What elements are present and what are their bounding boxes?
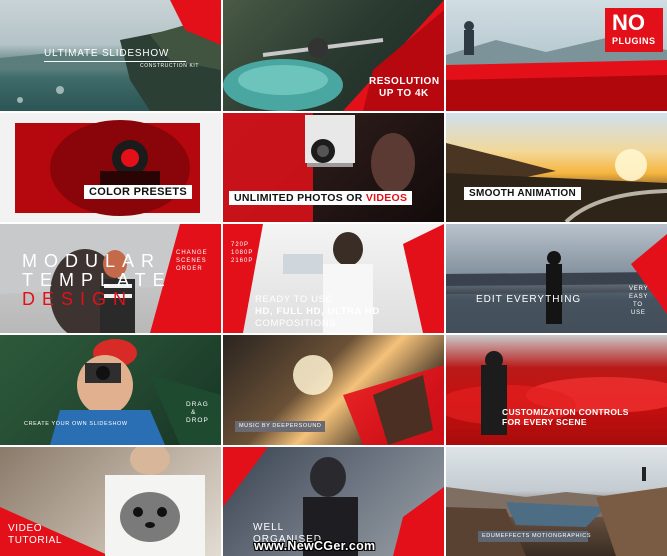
- tile-modular-template: MODULAR TEMPLATE DESIGN CHANGE SCENES OR…: [0, 224, 221, 333]
- unlimited-label-part1: UNLIMITED PHOTOS OR: [234, 192, 366, 204]
- drag-line3: DROP: [186, 417, 209, 424]
- video-tutorial-line2: TUTORIAL: [8, 535, 63, 546]
- modular-side2: SCENES: [176, 258, 207, 264]
- color-presets-label: COLOR PRESETS: [84, 185, 193, 199]
- clouds-man-scene: [446, 351, 667, 435]
- ready-line1: READY TO USE: [255, 294, 333, 305]
- edit-side3: TO: [633, 302, 643, 308]
- tile-ultimate-slideshow: ULTIMATE SLIDESHOW CONSTRUCTION KIT: [0, 0, 221, 111]
- edit-side2: EASY: [629, 294, 649, 300]
- man-lake-scene: [446, 234, 667, 333]
- ready-line3: COMPOSITIONS: [255, 318, 337, 329]
- tile-create-slideshow: CREATE YOUR OWN SLIDESHOW DRAG & DROP: [0, 335, 221, 445]
- modular-side3: ORDER: [176, 266, 203, 272]
- create-slideshow-label: CREATE YOUR OWN SLIDESHOW: [24, 421, 128, 427]
- tile-music-by: MUSIC BY DEEPERSOUND: [223, 335, 444, 445]
- title-underline: [44, 61, 186, 62]
- tile-no-plugins: NO PLUGINS: [446, 0, 667, 111]
- unlimited-label-part2: VIDEOS: [365, 192, 408, 204]
- watermark: www.NewCGer.com: [254, 539, 376, 553]
- modular-line2: TEMPLATE: [22, 270, 172, 290]
- tile-edumeffects: EDUMEFFECTS MOTIONGRAPHICS: [446, 447, 667, 556]
- tile-video-tutorial: VIDEO TUTORIAL: [0, 447, 221, 556]
- resolution-line2: UP TO 4K: [379, 88, 429, 99]
- res-720: 720P: [231, 242, 250, 248]
- tile-resolution: RESOLUTION UP TO 4K: [223, 0, 444, 111]
- no-plugins-line1: NO: [612, 10, 645, 35]
- edit-side4: USE: [631, 310, 646, 316]
- video-tutorial-line1: VIDEO: [8, 523, 43, 534]
- girl-camera-scene: [50, 339, 221, 445]
- tile-subtitle: CONSTRUCTION KIT: [140, 63, 200, 69]
- tile-title: ULTIMATE SLIDESHOW: [44, 48, 170, 59]
- tile-ready-to-use: 720P 1080P 2160P READY TO USE HD, FULL H…: [223, 224, 444, 333]
- modular-side1: CHANGE: [176, 250, 208, 256]
- tile-unlimited-photos: UNLIMITED PHOTOS OR VIDEOS: [223, 113, 444, 222]
- tile-customization: CUSTOMIZATION CONTROLS FOR EVERY SCENE: [446, 335, 667, 445]
- well-line1: WELL: [253, 522, 285, 533]
- res-1080: 1080P: [231, 250, 254, 256]
- smooth-animation-label: SMOOTH ANIMATION: [464, 187, 582, 200]
- road-sunset-scene: [446, 143, 667, 222]
- resolution-line1: RESOLUTION: [369, 76, 440, 87]
- no-plugins-line2: PLUGINS: [612, 36, 656, 46]
- customization-line2: FOR EVERY SCENE: [502, 417, 587, 427]
- modular-line3: DESIGN: [22, 289, 134, 309]
- edumeffects-label: EDUMEFFECTS MOTIONGRAPHICS: [482, 533, 592, 539]
- customization-line1: CUSTOMIZATION CONTROLS: [502, 407, 629, 417]
- unlimited-label: UNLIMITED PHOTOS OR VIDEOS: [229, 191, 413, 205]
- res-2160: 2160P: [231, 258, 254, 264]
- camera-photographer-scene: [0, 113, 221, 222]
- music-by-label: MUSIC BY DEEPERSOUND: [239, 423, 322, 429]
- drag-line1: DRAG: [186, 401, 209, 408]
- vintage-camera-scene: [223, 113, 415, 222]
- edit-everything-label: EDIT EVERYTHING: [476, 294, 582, 305]
- tile-color-presets: COLOR PRESETS: [0, 113, 221, 222]
- tile-edit-everything: EDIT EVERYTHING VERY EASY TO USE: [446, 224, 667, 333]
- modular-line1: MODULAR: [22, 251, 162, 271]
- edit-side1: VERY: [629, 286, 649, 292]
- drag-line2: &: [191, 409, 197, 416]
- tile-smooth-animation: SMOOTH ANIMATION: [446, 113, 667, 222]
- ready-line2: HD, FULL HD, ULTRA HD: [255, 306, 380, 317]
